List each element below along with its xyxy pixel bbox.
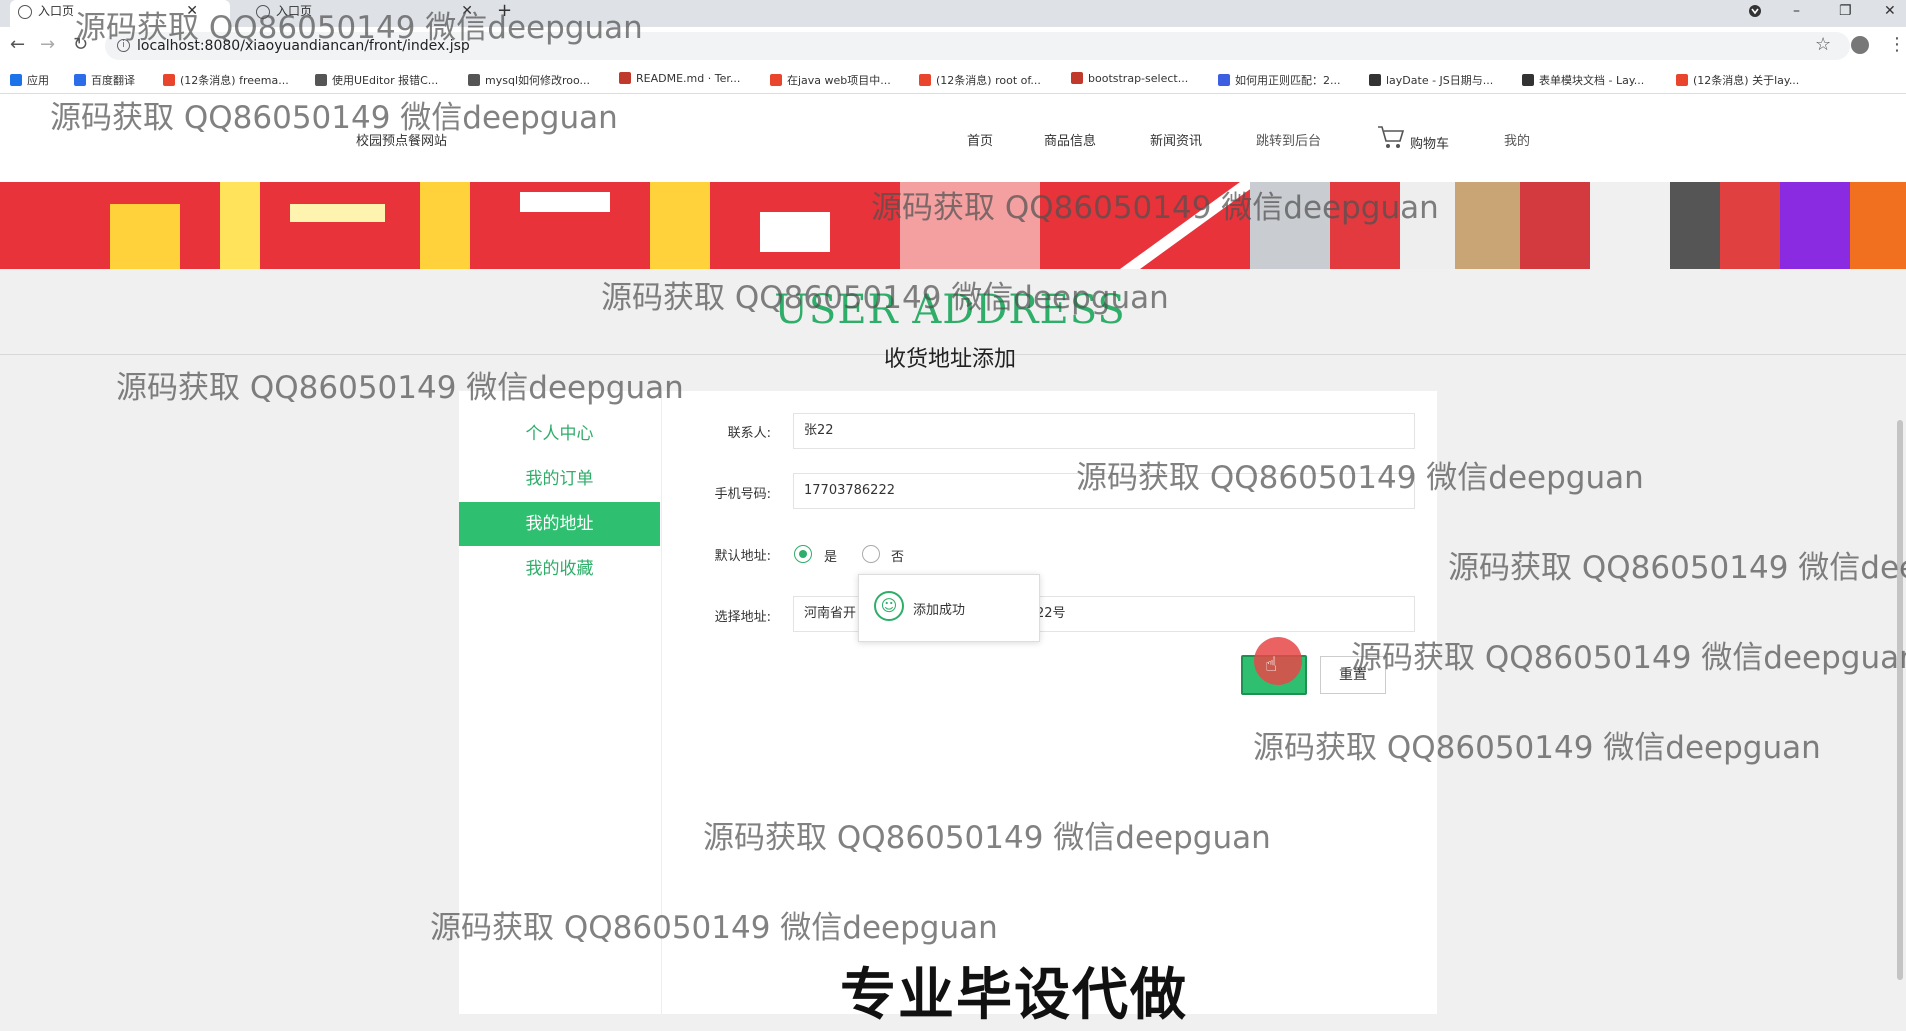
- watermark: 源码获取 QQ86050149 微信deepguan: [116, 370, 684, 406]
- watermark: 源码获取 QQ86050149 微信deepguan: [1253, 730, 1821, 766]
- restore-icon[interactable]: ❐: [1839, 0, 1852, 22]
- forward-icon[interactable]: →: [40, 36, 55, 54]
- watermark: 源码获取 QQ86050149 微信deepguan: [50, 100, 618, 136]
- nav-products[interactable]: 商品信息: [1044, 130, 1096, 149]
- nav-home[interactable]: 首页: [967, 130, 993, 149]
- site-icon: [315, 74, 327, 86]
- bookmark-item[interactable]: mysql如何修改roo...: [468, 72, 590, 88]
- watermark: 源码获取 QQ86050149 微信deepguan: [430, 910, 998, 946]
- sidebar-item-orders[interactable]: 我的订单: [459, 457, 660, 501]
- address-value-right: 22号: [1036, 606, 1066, 621]
- cart-icon[interactable]: [1377, 124, 1405, 154]
- default-no-label[interactable]: 否: [891, 546, 904, 565]
- bookmark-item[interactable]: (12条消息) root of...: [919, 72, 1041, 88]
- bookmark-item[interactable]: layDate - JS日期与...: [1369, 72, 1493, 88]
- nav-news[interactable]: 新闻资讯: [1150, 130, 1202, 149]
- default-address-label: 默认地址:: [714, 549, 771, 564]
- bookmarks-bar: 应用 百度翻译 (12条消息) freema... 使用UEditor 报错C.…: [0, 65, 1906, 94]
- gitee-icon: [619, 72, 631, 84]
- bookmark-item[interactable]: README.md · Ter...: [619, 72, 740, 85]
- back-icon[interactable]: ←: [10, 36, 25, 54]
- bookmark-apps[interactable]: 应用: [10, 72, 49, 88]
- bookmark-item[interactable]: 在java web项目中...: [770, 72, 891, 88]
- layui-icon: [1369, 74, 1381, 86]
- watermark: 源码获取 QQ86050149 微信deepguan: [1448, 550, 1906, 586]
- site-icon: [1071, 72, 1083, 84]
- browser-menu-icon[interactable]: ⋮: [1888, 34, 1906, 55]
- hand-cursor-icon: ☝: [1265, 652, 1278, 676]
- contact-field[interactable]: 张22: [793, 413, 1415, 449]
- globe-icon: [18, 4, 32, 19]
- minimize-icon[interactable]: –: [1793, 0, 1800, 22]
- profile-avatar-icon[interactable]: [1851, 36, 1869, 54]
- nav-admin[interactable]: 跳转到后台: [1256, 130, 1321, 149]
- apps-grid-icon: [10, 74, 22, 86]
- csdn-icon: [1676, 74, 1688, 86]
- tab-title: 入口页: [38, 4, 75, 18]
- default-yes-label[interactable]: 是: [824, 546, 837, 565]
- site-icon: [468, 74, 480, 86]
- page-scrollbar[interactable]: [1897, 420, 1903, 980]
- bookmark-item[interactable]: (12条消息) freema...: [163, 72, 289, 88]
- watermark: 源码获取 QQ86050149 微信deepguan: [871, 190, 1439, 226]
- bookmark-item[interactable]: bootstrap-select...: [1071, 72, 1188, 85]
- nav-mine[interactable]: 我的: [1504, 130, 1530, 149]
- close-window-icon[interactable]: ✕: [1884, 0, 1896, 22]
- bookmark-item[interactable]: 表单模块文档 - Lay...: [1522, 72, 1644, 88]
- bookmark-item[interactable]: 百度翻译: [74, 72, 135, 88]
- contact-label: 联系人:: [727, 426, 771, 441]
- watermark: 源码获取 QQ86050149 微信deepguan: [75, 10, 643, 46]
- baidu-icon: [1218, 74, 1230, 86]
- bookmark-item[interactable]: 使用UEditor 报错C...: [315, 72, 438, 88]
- address-label: 选择地址:: [714, 610, 771, 625]
- profile-menu-icon[interactable]: [1748, 0, 1762, 29]
- watermark: 源码获取 QQ86050149 微信deepguan: [1076, 460, 1644, 496]
- click-indicator: [1254, 637, 1302, 685]
- smile-icon: ☺: [874, 591, 904, 621]
- bookmark-star-icon[interactable]: ☆: [1815, 34, 1831, 55]
- promo-text: 专业毕设代做: [840, 963, 1188, 1028]
- bookmark-item[interactable]: (12条消息) 关于lay...: [1676, 72, 1799, 88]
- watermark: 源码获取 QQ86050149 微信deepguan: [703, 820, 1271, 856]
- translate-icon: [74, 74, 86, 86]
- sidebar-item-favorites[interactable]: 我的收藏: [459, 547, 660, 591]
- watermark: 源码获取 QQ86050149 微信deepguan: [601, 280, 1169, 316]
- sidebar-item-address[interactable]: 我的地址: [459, 502, 660, 546]
- csdn-icon: [770, 74, 782, 86]
- csdn-icon: [919, 74, 931, 86]
- watermark: 源码获取 QQ86050149 微信deepguan: [1351, 640, 1906, 676]
- address-value-left: 河南省开: [804, 606, 857, 621]
- phone-label: 手机号码:: [714, 487, 771, 502]
- page-title: 收货地址添加: [883, 347, 1016, 372]
- default-yes-radio[interactable]: [794, 545, 812, 563]
- csdn-icon: [163, 74, 175, 86]
- layui-icon: [1522, 74, 1534, 86]
- default-no-radio[interactable]: [862, 545, 880, 563]
- sidebar-item-profile[interactable]: 个人中心: [459, 412, 660, 456]
- toast-message: 添加成功: [913, 603, 966, 618]
- nav-cart[interactable]: 购物车: [1410, 133, 1449, 152]
- bookmark-item[interactable]: 如何用正则匹配：2...: [1218, 72, 1341, 88]
